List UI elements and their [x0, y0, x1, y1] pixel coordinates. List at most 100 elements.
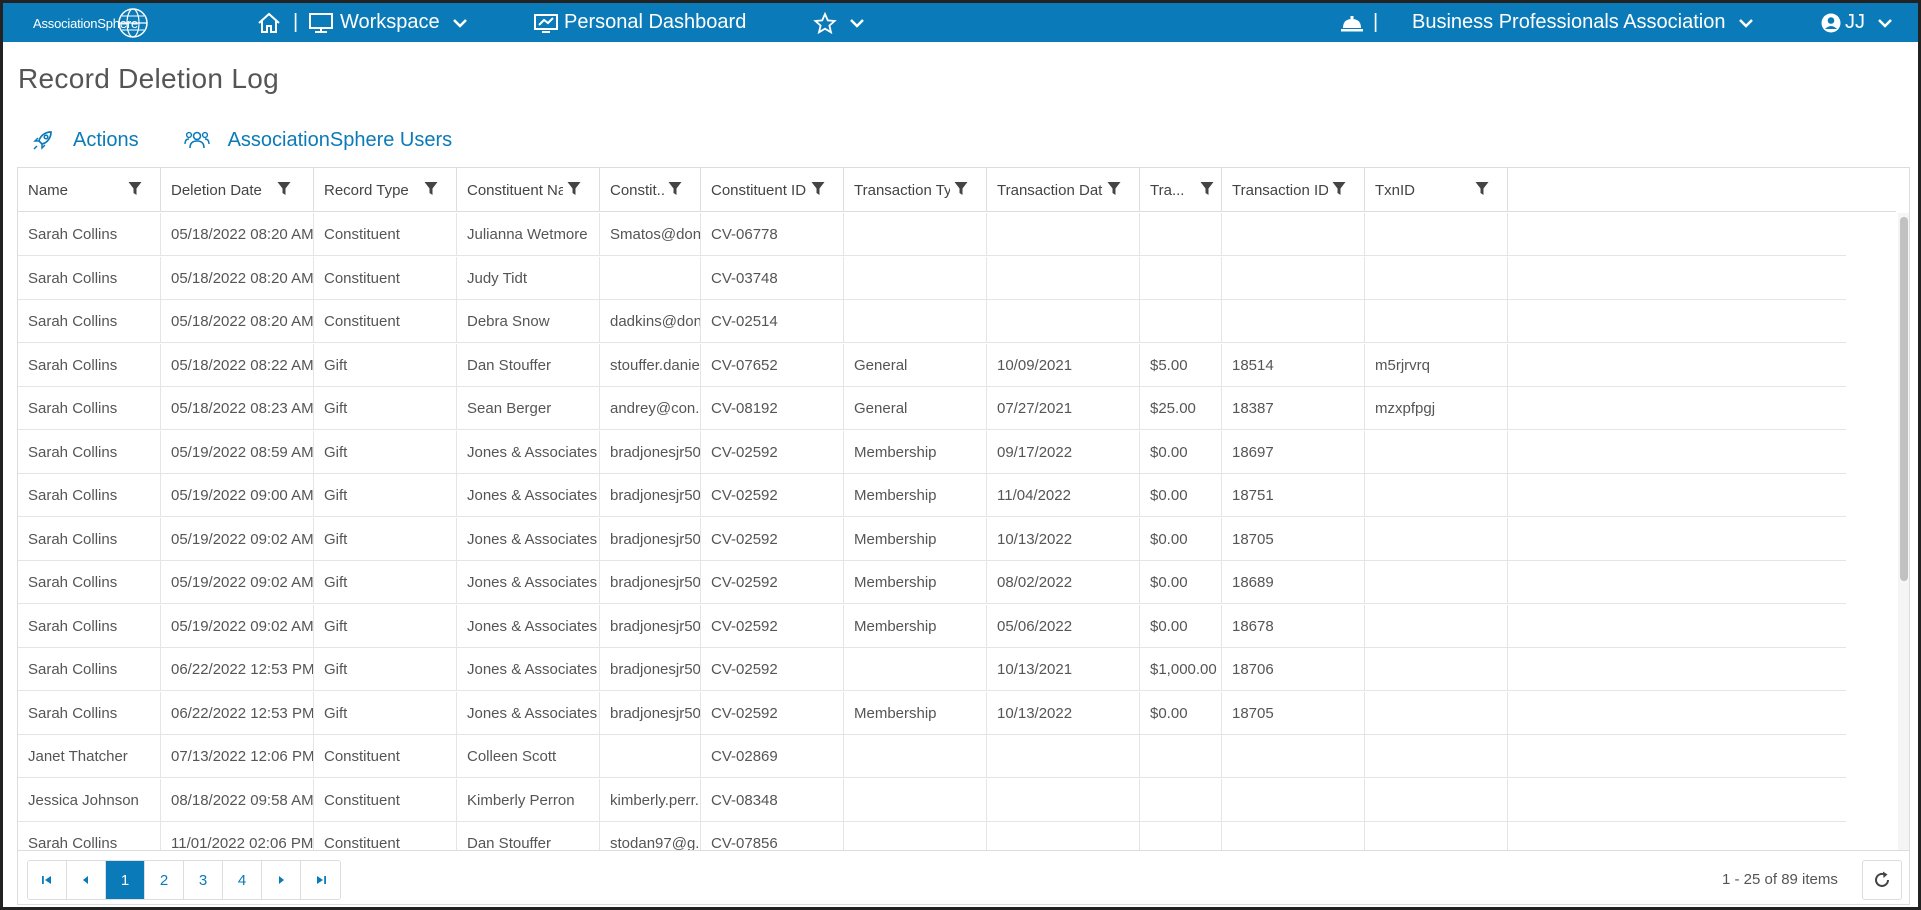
table-row[interactable]: Jessica Johnson 08/18/2022 09:58 AM Consti…: [18, 779, 1846, 822]
pagination-controls: 1 2 3 4: [27, 860, 341, 900]
cell-constituent-email: [600, 735, 701, 778]
cell-record-type: Gift: [314, 344, 457, 387]
cell-transaction-type: Membership: [844, 605, 987, 648]
home-button[interactable]: [257, 3, 281, 42]
page-button-1[interactable]: 1: [106, 861, 145, 899]
filter-icon[interactable]: [1332, 181, 1346, 201]
dashboard-chart-icon: [534, 13, 558, 33]
table-row[interactable]: Sarah Collins 05/18/2022 08:20 AM Constitu…: [18, 300, 1846, 343]
cell-constituent-email: andrey@con...: [600, 387, 701, 430]
page-button-3[interactable]: 3: [184, 861, 223, 899]
cell-constituent-id: CV-03748: [701, 257, 844, 300]
associationsphere-users-button[interactable]: AssociationSphere Users: [183, 128, 452, 152]
actions-label: Actions: [73, 128, 139, 151]
filter-icon[interactable]: [1107, 181, 1121, 201]
cell-constituent-name: Kimberly Perron: [457, 779, 600, 822]
column-header-transaction-id[interactable]: Transaction ID: [1222, 168, 1365, 212]
app-logo[interactable]: AssociationSphere: [31, 7, 153, 39]
table-row[interactable]: Sarah Collins 05/19/2022 09:02 AM Gift Jone…: [18, 561, 1846, 604]
cell-transaction-id: [1222, 257, 1365, 300]
last-page-button[interactable]: [301, 861, 340, 899]
cell-txnid: [1365, 735, 1508, 778]
cell-deletion-date: 05/18/2022 08:20 AM: [161, 300, 314, 343]
cell-transaction-amount: $0.00: [1140, 561, 1222, 604]
filter-icon[interactable]: [668, 181, 682, 201]
cell-constituent-name: Jones & Associates LLP: [457, 474, 600, 517]
cell-txnid: [1365, 822, 1508, 850]
cell-transaction-id: [1222, 779, 1365, 822]
table-row[interactable]: Sarah Collins 05/19/2022 09:00 AM Gift Jone…: [18, 474, 1846, 517]
previous-page-button[interactable]: [67, 861, 106, 899]
cell-name: Sarah Collins: [18, 605, 161, 648]
cell-record-type: Constituent: [314, 300, 457, 343]
cell-constituent-email: stouffer.danie...: [600, 344, 701, 387]
column-header-label: Constituent Na...: [467, 181, 563, 199]
column-header-name[interactable]: Name: [18, 168, 161, 212]
cell-transaction-id: 18705: [1222, 518, 1365, 561]
cell-deletion-date: 05/19/2022 09:02 AM: [161, 605, 314, 648]
first-page-button[interactable]: [28, 861, 67, 899]
organization-menu[interactable]: Business Professionals Association: [1412, 3, 1754, 42]
column-header-transaction-date[interactable]: Transaction Date: [987, 168, 1140, 212]
cell-name: Sarah Collins: [18, 518, 161, 561]
cell-constituent-email: stodan97@g...: [600, 822, 701, 850]
workspace-label: Workspace: [340, 11, 440, 33]
table-row[interactable]: Janet Thatcher 07/13/2022 12:06 PM Constit…: [18, 735, 1846, 778]
page-button-4[interactable]: 4: [223, 861, 262, 899]
cell-constituent-id: CV-02592: [701, 561, 844, 604]
cell-name: Sarah Collins: [18, 387, 161, 430]
table-row[interactable]: Sarah Collins 05/19/2022 08:59 AM Gift Jone…: [18, 431, 1846, 474]
column-header-transaction-amount[interactable]: Tra...: [1140, 168, 1222, 212]
column-header-constituent-id[interactable]: Constituent ID: [701, 168, 844, 212]
cell-name: Sarah Collins: [18, 344, 161, 387]
column-header-txnid[interactable]: TxnID: [1365, 168, 1508, 212]
table-row[interactable]: Sarah Collins 06/22/2022 12:53 PM Gift Jone…: [18, 648, 1846, 691]
table-row[interactable]: Sarah Collins 05/19/2022 09:02 AM Gift Jone…: [18, 605, 1846, 648]
filter-icon[interactable]: [954, 181, 968, 201]
page-title: Record Deletion Log: [18, 63, 279, 94]
page-button-2[interactable]: 2: [145, 861, 184, 899]
cell-constituent-email: bradjonesjr50...: [600, 431, 701, 474]
user-menu[interactable]: JJ: [1821, 3, 1893, 42]
table-row[interactable]: Sarah Collins 05/18/2022 08:20 AM Constitu…: [18, 257, 1846, 300]
column-header-deletion-date[interactable]: Deletion Date: [161, 168, 314, 212]
filter-icon[interactable]: [277, 181, 291, 201]
personal-dashboard-link[interactable]: Personal Dashboard: [533, 3, 746, 42]
favorites-menu[interactable]: [813, 3, 865, 42]
filter-icon[interactable]: [1475, 181, 1489, 201]
column-header-transaction-type[interactable]: Transaction Type: [844, 168, 987, 212]
cell-constituent-id: CV-02592: [701, 648, 844, 691]
column-header-constituent-email[interactable]: Constit...: [600, 168, 701, 212]
next-page-button[interactable]: [262, 861, 301, 899]
cell-constituent-name: Jones & Associates LLP: [457, 605, 600, 648]
actions-button[interactable]: Actions: [31, 128, 139, 152]
table-row[interactable]: Sarah Collins 06/22/2022 12:53 PM Gift Jone…: [18, 692, 1846, 735]
table-row[interactable]: Sarah Collins 05/18/2022 08:23 AM Gift Sean…: [18, 387, 1846, 430]
notifications-button[interactable]: [1340, 3, 1364, 42]
chevron-down-icon: [452, 18, 467, 28]
scrollbar-thumb[interactable]: [1900, 217, 1908, 581]
filter-icon[interactable]: [567, 181, 581, 201]
cell-deletion-date: 05/19/2022 09:00 AM: [161, 474, 314, 517]
table-row[interactable]: Sarah Collins 05/18/2022 08:22 AM Gift Dan …: [18, 344, 1846, 387]
filter-icon[interactable]: [424, 181, 438, 201]
vertical-scrollbar[interactable]: [1898, 213, 1909, 850]
refresh-button[interactable]: [1862, 860, 1902, 900]
column-header-constituent-name[interactable]: Constituent Na...: [457, 168, 600, 212]
column-header-record-type[interactable]: Record Type: [314, 168, 457, 212]
cell-constituent-id: CV-08348: [701, 779, 844, 822]
filter-icon[interactable]: [128, 181, 142, 201]
cell-transaction-date: 11/04/2022: [987, 474, 1140, 517]
cell-deletion-date: 08/18/2022 09:58 AM: [161, 779, 314, 822]
chevron-down-icon: [1738, 18, 1753, 28]
cell-txnid: [1365, 431, 1508, 474]
filter-icon[interactable]: [811, 181, 825, 201]
cell-record-type: Gift: [314, 605, 457, 648]
table-row[interactable]: Sarah Collins 05/19/2022 09:02 AM Gift Jone…: [18, 518, 1846, 561]
grid-pager: 1 2 3 4 1 - 25 of 89 items: [18, 850, 1909, 904]
table-row[interactable]: Sarah Collins 05/18/2022 08:20 AM Constitu…: [18, 213, 1846, 256]
filter-icon[interactable]: [1200, 181, 1214, 201]
workspace-menu[interactable]: Workspace: [308, 3, 468, 42]
cell-record-type: Constituent: [314, 822, 457, 850]
table-row[interactable]: Sarah Collins 11/01/2022 02:06 PM Constitu…: [18, 822, 1846, 850]
